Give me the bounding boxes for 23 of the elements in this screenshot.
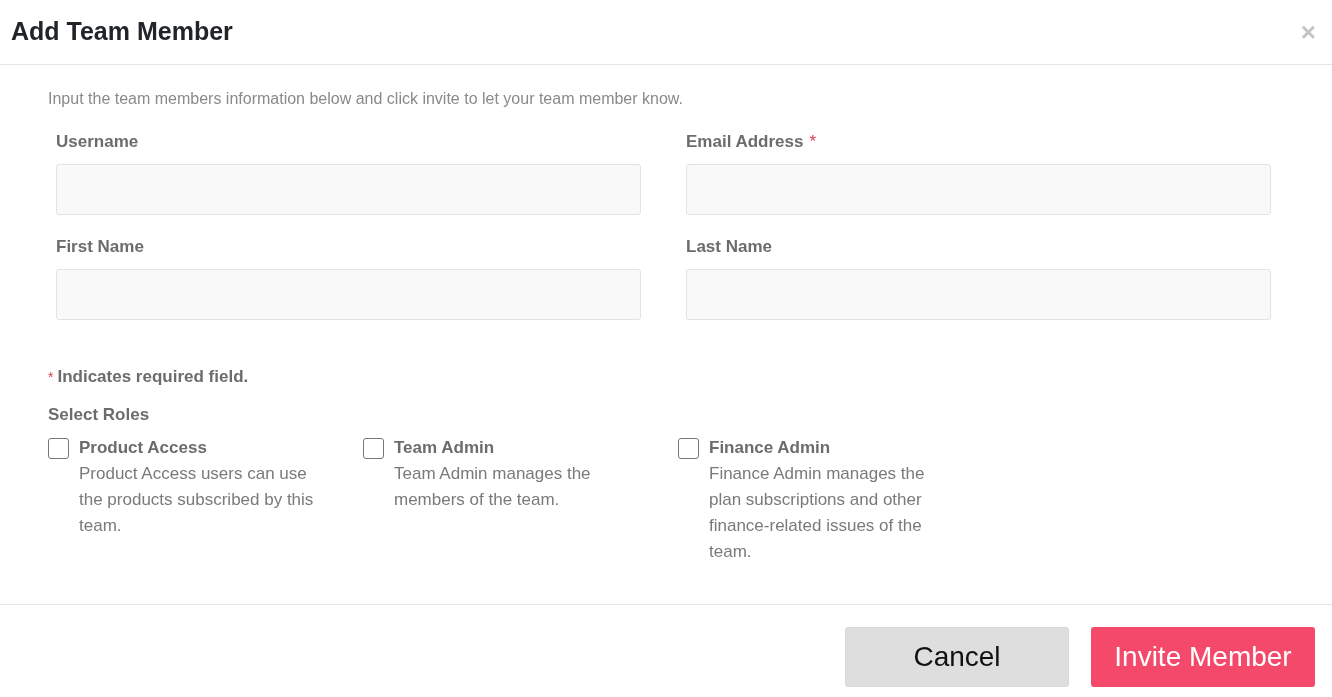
dialog-title: Add Team Member [11,16,233,48]
field-label: First Name [56,237,145,257]
required-note: * Indicates required field. [48,366,250,388]
input-field[interactable] [686,164,1271,215]
cancel-button[interactable]: Cancel [845,627,1069,687]
role-description: Team Admin manages the members of the team. [394,463,592,511]
role-name: Team Admin [394,437,496,459]
checkbox[interactable] [678,438,699,459]
field-label: Username [56,132,140,152]
role-name: Product Access [79,437,208,459]
role-description: Product Access users can use the products subscribed by this team. [79,463,315,537]
field-label: Email Address * [686,132,818,152]
input-field[interactable] [686,269,1271,320]
checkbox[interactable] [48,438,69,459]
checkbox[interactable] [363,438,384,459]
input-field[interactable] [56,269,641,320]
invite-button[interactable]: Invite Member [1091,627,1315,687]
field-label: Last Name [686,237,773,257]
intro-text: Input the team members information below and click invite to let your team member know. [48,89,684,109]
role-name: Finance Admin [709,437,832,459]
role-description: Finance Admin manages the plan subscriptions and other finance-related issues of the team. [709,463,926,563]
roles-heading: Select Roles [48,403,151,426]
input-field[interactable] [56,164,641,215]
